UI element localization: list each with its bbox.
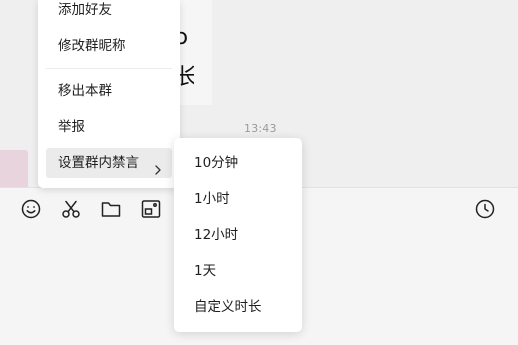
menu-item-label: 移出本群 — [58, 83, 112, 99]
menu-item-label: 举报 — [58, 119, 85, 135]
menu-item-remove-from-group[interactable]: 移出本群 — [46, 76, 172, 106]
mute-option-label: 12小时 — [194, 227, 239, 243]
mute-option-1-day[interactable]: 1天 — [182, 256, 294, 286]
mute-option-label: 1天 — [194, 263, 217, 279]
menu-item-group-mute[interactable]: 设置群内禁言 — [46, 148, 172, 178]
message-timestamp: 13:43 — [244, 122, 277, 135]
menu-item-label: 添加好友 — [58, 2, 112, 18]
menu-item-add-friend[interactable]: 添加好友 — [46, 0, 172, 25]
member-context-menu: 添加好友 修改群昵称 移出本群 举报 设置群内禁言 — [38, 0, 180, 188]
mute-option-1-hour[interactable]: 1小时 — [182, 184, 294, 214]
mute-option-10-minutes[interactable]: 10分钟 — [182, 148, 294, 178]
folder-icon[interactable] — [100, 198, 122, 220]
mute-option-label: 自定义时长 — [194, 299, 262, 315]
mute-option-label: 10分钟 — [194, 155, 239, 171]
emoji-icon[interactable] — [20, 198, 42, 220]
mute-option-label: 1小时 — [194, 191, 230, 207]
scissors-icon[interactable] — [60, 198, 82, 220]
chevron-right-icon — [154, 157, 162, 187]
menu-divider — [46, 68, 172, 69]
mute-option-12-hours[interactable]: 12小时 — [182, 220, 294, 250]
menu-item-report[interactable]: 举报 — [46, 112, 172, 142]
menu-item-label: 修改群昵称 — [58, 38, 126, 54]
avatar[interactable] — [0, 150, 28, 190]
menu-item-label: 设置群内禁言 — [58, 155, 139, 171]
menu-item-edit-group-nickname[interactable]: 修改群昵称 — [46, 31, 172, 61]
history-clock-icon[interactable] — [474, 198, 496, 220]
mute-duration-submenu: 10分钟 1小时 12小时 1天 自定义时长 — [174, 138, 302, 332]
screenshot-icon[interactable] — [140, 198, 162, 220]
mute-option-custom-duration[interactable]: 自定义时长 — [182, 292, 294, 322]
